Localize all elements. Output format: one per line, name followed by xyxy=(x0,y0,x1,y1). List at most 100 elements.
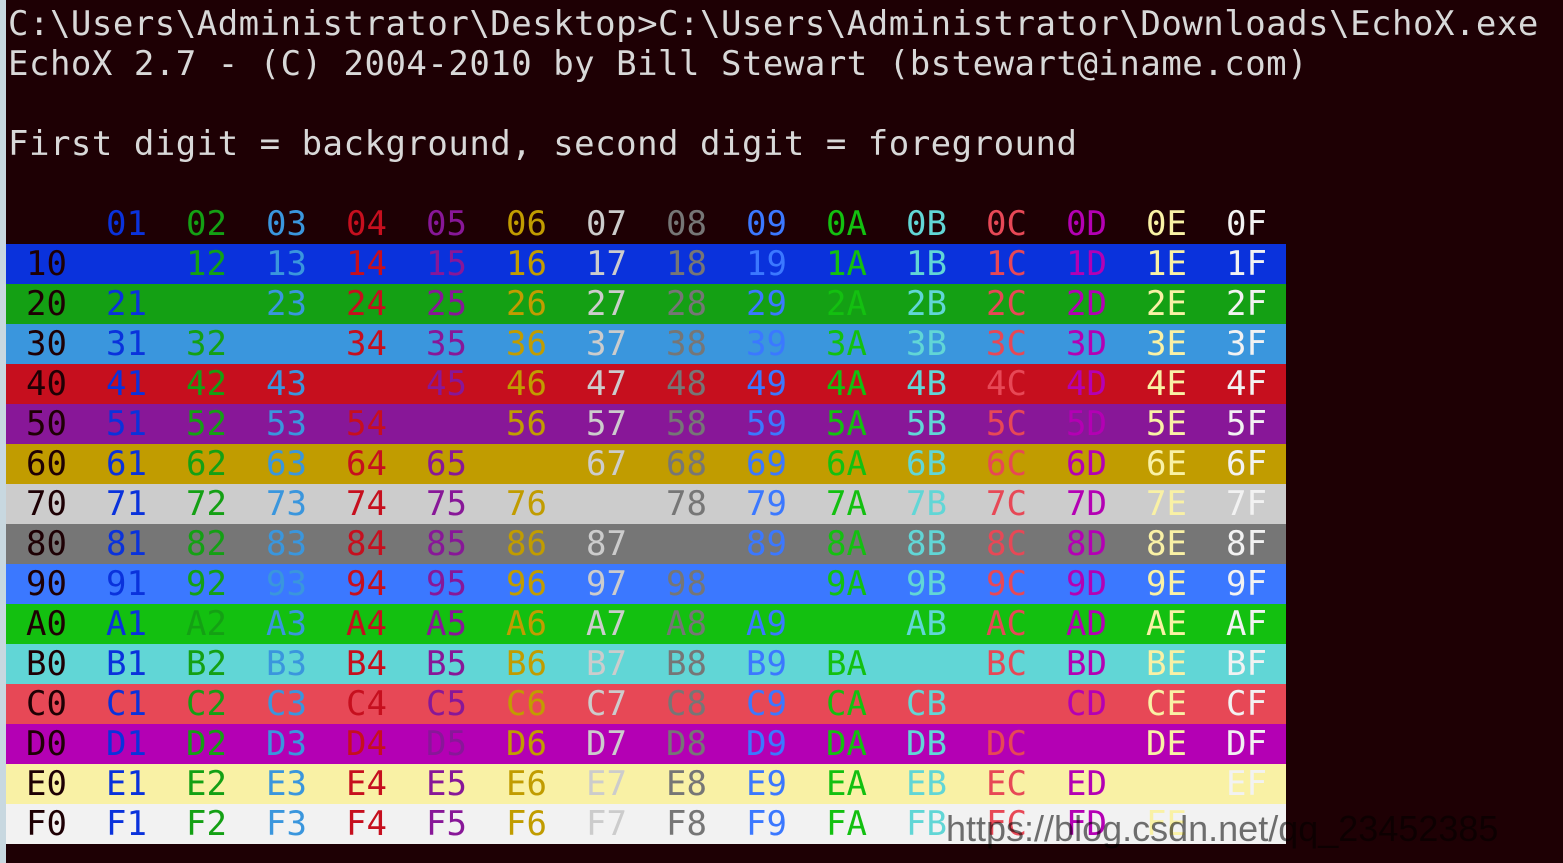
color-cell-24: 24 xyxy=(326,284,406,324)
color-cell-10: 10 xyxy=(6,244,86,284)
color-cell-83: 83 xyxy=(246,524,326,564)
color-cell-1B: 1B xyxy=(886,244,966,284)
color-cell-C7: C7 xyxy=(566,684,646,724)
color-cell-0F: 0F xyxy=(1206,204,1286,244)
color-cell-7E: 7E xyxy=(1126,484,1206,524)
color-cell-9D: 9D xyxy=(1046,564,1126,604)
color-cell-6F: 6F xyxy=(1206,444,1286,484)
color-cell-1F: 1F xyxy=(1206,244,1286,284)
color-cell-AF: AF xyxy=(1206,604,1286,644)
color-cell-18: 18 xyxy=(646,244,726,284)
color-cell-85: 85 xyxy=(406,524,486,564)
color-cell-70: 70 xyxy=(6,484,86,524)
color-cell-88 xyxy=(646,524,726,564)
color-cell-E8: E8 xyxy=(646,764,726,804)
color-cell-4A: 4A xyxy=(806,364,886,404)
color-cell-61: 61 xyxy=(86,444,166,484)
color-cell-55 xyxy=(406,404,486,444)
color-cell-25: 25 xyxy=(406,284,486,324)
color-cell-DE: DE xyxy=(1126,724,1206,764)
color-cell-F2: F2 xyxy=(166,804,246,844)
color-cell-03: 03 xyxy=(246,204,326,244)
color-cell-D2: D2 xyxy=(166,724,246,764)
color-cell-12: 12 xyxy=(166,244,246,284)
color-cell-80: 80 xyxy=(6,524,86,564)
color-cell-9E: 9E xyxy=(1126,564,1206,604)
color-cell-47: 47 xyxy=(566,364,646,404)
color-row-E: E0E1E2E3E4E5E6E7E8E9EAEBECEDEF xyxy=(6,764,1286,804)
color-cell-1D: 1D xyxy=(1046,244,1126,284)
color-cell-D7: D7 xyxy=(566,724,646,764)
color-cell-E0: E0 xyxy=(6,764,86,804)
color-cell-C2: C2 xyxy=(166,684,246,724)
color-cell-50: 50 xyxy=(6,404,86,444)
color-cell-92: 92 xyxy=(166,564,246,604)
color-cell-63: 63 xyxy=(246,444,326,484)
color-cell-D6: D6 xyxy=(486,724,566,764)
color-cell-04: 04 xyxy=(326,204,406,244)
color-row-A: A0A1A2A3A4A5A6A7A8A9ABACADAEAF xyxy=(6,604,1286,644)
color-cell-44 xyxy=(326,364,406,404)
color-cell-AD: AD xyxy=(1046,604,1126,644)
color-cell-3E: 3E xyxy=(1126,324,1206,364)
color-cell-B4: B4 xyxy=(326,644,406,684)
color-cell-2E: 2E xyxy=(1126,284,1206,324)
color-cell-20: 20 xyxy=(6,284,86,324)
color-cell-1C: 1C xyxy=(966,244,1046,284)
color-row-6: 6061626364656768696A6B6C6D6E6F xyxy=(6,444,1286,484)
color-cell-F0: F0 xyxy=(6,804,86,844)
color-cell-A4: A4 xyxy=(326,604,406,644)
color-cell-07: 07 xyxy=(566,204,646,244)
color-cell-B9: B9 xyxy=(726,644,806,684)
color-cell-41: 41 xyxy=(86,364,166,404)
color-cell-9C: 9C xyxy=(966,564,1046,604)
color-cell-D8: D8 xyxy=(646,724,726,764)
color-row-5: 5051525354565758595A5B5C5D5E5F xyxy=(6,404,1286,444)
color-cell-F1: F1 xyxy=(86,804,166,844)
color-cell-CF: CF xyxy=(1206,684,1286,724)
color-cell-52: 52 xyxy=(166,404,246,444)
color-cell-5D: 5D xyxy=(1046,404,1126,444)
color-cell-4F: 4F xyxy=(1206,364,1286,404)
color-cell-17: 17 xyxy=(566,244,646,284)
color-cell-E2: E2 xyxy=(166,764,246,804)
color-cell-37: 37 xyxy=(566,324,646,364)
color-cell-DA: DA xyxy=(806,724,886,764)
color-cell-2F: 2F xyxy=(1206,284,1286,324)
color-cell-59: 59 xyxy=(726,404,806,444)
color-cell-EE xyxy=(1126,764,1206,804)
color-row-8: 8081828384858687898A8B8C8D8E8F xyxy=(6,524,1286,564)
color-cell-81: 81 xyxy=(86,524,166,564)
color-cell-D9: D9 xyxy=(726,724,806,764)
color-cell-32: 32 xyxy=(166,324,246,364)
color-cell-DB: DB xyxy=(886,724,966,764)
color-cell-35: 35 xyxy=(406,324,486,364)
color-cell-BD: BD xyxy=(1046,644,1126,684)
color-cell-A1: A1 xyxy=(86,604,166,644)
color-cell-66 xyxy=(486,444,566,484)
command-line: C:\Users\Administrator\Desktop>C:\Users\… xyxy=(8,4,1563,44)
color-cell-39: 39 xyxy=(726,324,806,364)
color-cell-C1: C1 xyxy=(86,684,166,724)
color-cell-C3: C3 xyxy=(246,684,326,724)
color-cell-B3: B3 xyxy=(246,644,326,684)
color-cell-B0: B0 xyxy=(6,644,86,684)
color-cell-7A: 7A xyxy=(806,484,886,524)
color-cell-E9: E9 xyxy=(726,764,806,804)
color-cell-F8: F8 xyxy=(646,804,726,844)
color-cell-48: 48 xyxy=(646,364,726,404)
color-cell-B6: B6 xyxy=(486,644,566,684)
color-cell-F9: F9 xyxy=(726,804,806,844)
color-cell-36: 36 xyxy=(486,324,566,364)
color-row-C: C0C1C2C3C4C5C6C7C8C9CACBCDCECF xyxy=(6,684,1286,724)
color-cell-4E: 4E xyxy=(1126,364,1206,404)
color-cell-6B: 6B xyxy=(886,444,966,484)
color-cell-8E: 8E xyxy=(1126,524,1206,564)
watermark-text: https://blog.csdn.net/qq_23452385 xyxy=(946,804,1498,854)
color-cell-0D: 0D xyxy=(1046,204,1126,244)
color-cell-C0: C0 xyxy=(6,684,86,724)
color-cell-75: 75 xyxy=(406,484,486,524)
color-cell-43: 43 xyxy=(246,364,326,404)
color-cell-AC: AC xyxy=(966,604,1046,644)
color-cell-D4: D4 xyxy=(326,724,406,764)
